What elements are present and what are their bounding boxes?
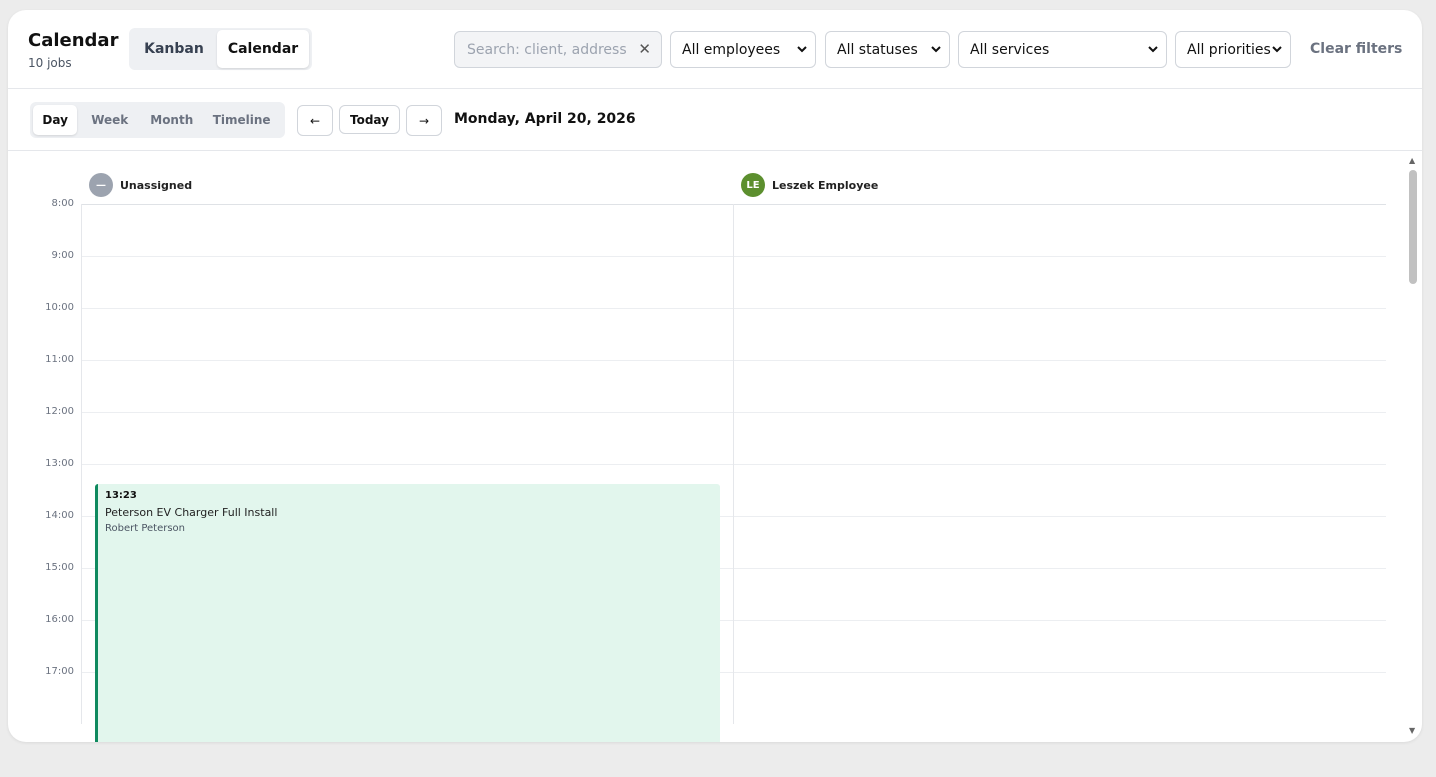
column-name: Unassigned: [120, 178, 193, 192]
hour-label: 15:00: [45, 562, 74, 573]
job-count: 10 jobs: [28, 56, 72, 70]
hour-label: 14:00: [45, 510, 74, 521]
avatar: LE: [741, 173, 765, 197]
page-title: Calendar: [28, 30, 119, 51]
tab-calendar[interactable]: Calendar: [217, 30, 309, 68]
status-filter-select[interactable]: All statuses: [825, 31, 950, 68]
header: Calendar 10 jobs Kanban Calendar ✕ All e…: [8, 10, 1422, 89]
hour-label: 8:00: [51, 198, 74, 209]
range-toggle: Day Week Month Timeline: [30, 102, 285, 138]
range-week-button[interactable]: Week: [77, 105, 142, 135]
employee-filter-select[interactable]: All employees: [670, 31, 816, 68]
hour-label: 10:00: [45, 302, 74, 313]
range-day-button[interactable]: Day: [33, 105, 78, 135]
hour-label: 9:00: [51, 250, 74, 261]
calendar-event[interactable]: 13:23 Peterson EV Charger Full Install R…: [95, 484, 720, 742]
column-header-leszek-employee: LE Leszek Employee: [741, 173, 878, 197]
tab-kanban[interactable]: Kanban: [131, 30, 217, 68]
arrow-right-icon: →: [418, 113, 430, 128]
range-timeline-button[interactable]: Timeline: [201, 105, 282, 135]
close-icon[interactable]: ✕: [638, 40, 651, 58]
column-divider: [81, 204, 82, 724]
day-calendar-grid: — Unassigned LE Leszek Employee 8:00 9:00…: [8, 152, 1422, 742]
range-month-button[interactable]: Month: [142, 105, 201, 135]
chevron-down-icon: [1272, 46, 1282, 53]
avatar: —: [89, 173, 113, 197]
service-filter-value: All services: [970, 41, 1050, 58]
hour-label: 11:00: [45, 354, 74, 365]
hour-label: 17:00: [45, 666, 74, 677]
view-toggle: Kanban Calendar: [129, 28, 312, 70]
priority-filter-select[interactable]: All priorities: [1175, 31, 1291, 68]
today-button[interactable]: Today: [339, 105, 400, 134]
status-filter-value: All statuses: [837, 41, 918, 58]
scrollbar-thumb[interactable]: [1409, 170, 1417, 284]
calendar-card: Calendar 10 jobs Kanban Calendar ✕ All e…: [8, 10, 1422, 742]
hour-label: 12:00: [45, 406, 74, 417]
search-input[interactable]: [456, 33, 626, 66]
chevron-down-icon: [1148, 46, 1158, 53]
arrow-left-icon: ←: [309, 113, 321, 128]
scrollbar[interactable]: ▲ ▼: [1406, 152, 1422, 742]
scroll-up-icon[interactable]: ▲: [1409, 156, 1415, 165]
scroll-down-icon[interactable]: ▼: [1409, 726, 1415, 735]
priority-filter-value: All priorities: [1187, 41, 1271, 58]
event-client: Robert Peterson: [105, 523, 186, 534]
hour-label: 16:00: [45, 614, 74, 625]
chevron-down-icon: [931, 46, 941, 53]
prev-day-button[interactable]: ←: [297, 105, 333, 136]
hour-label: 13:00: [45, 458, 74, 469]
next-day-button[interactable]: →: [406, 105, 442, 136]
employee-filter-value: All employees: [682, 41, 781, 58]
calendar-toolbar: Day Week Month Timeline ← Today → Monday…: [8, 89, 1422, 151]
search-box: ✕: [454, 31, 662, 68]
column-divider: [733, 204, 734, 724]
service-filter-select[interactable]: All services: [958, 31, 1167, 68]
current-date: Monday, April 20, 2026: [454, 111, 636, 127]
column-name: Leszek Employee: [772, 178, 879, 192]
event-time: 13:23: [105, 490, 137, 501]
clear-filters-button[interactable]: Clear filters: [1310, 41, 1402, 57]
chevron-down-icon: [797, 46, 807, 53]
event-title: Peterson EV Charger Full Install: [105, 506, 278, 519]
column-header-unassigned: — Unassigned: [89, 173, 192, 197]
